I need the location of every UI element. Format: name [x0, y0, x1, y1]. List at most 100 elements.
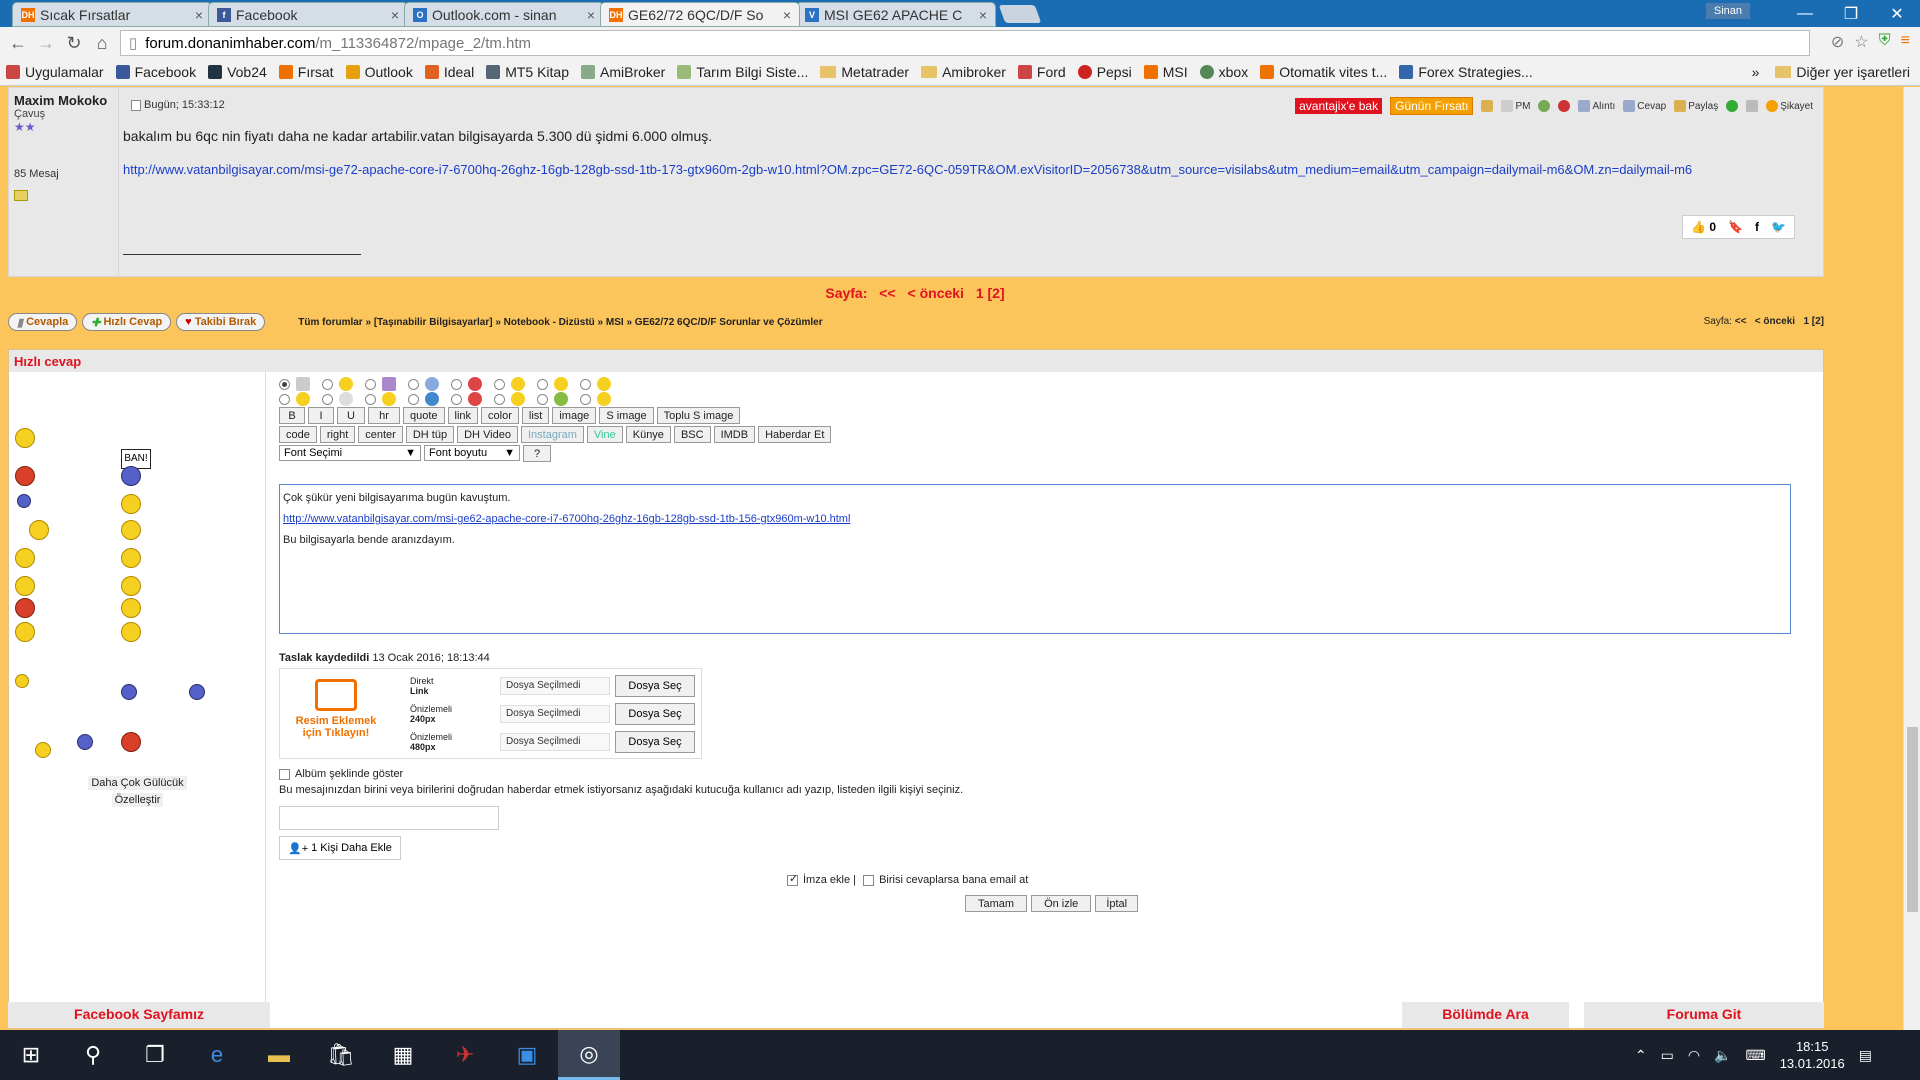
- report-action[interactable]: Şikayet: [1766, 100, 1813, 112]
- facebook-share-icon[interactable]: f: [1755, 220, 1759, 234]
- message-textarea[interactable]: Çok şükür yeni bilgisayarıma bugün kavuş…: [279, 484, 1791, 634]
- share-action[interactable]: Paylaş: [1674, 100, 1718, 112]
- bookmark-firsat[interactable]: Fırsat: [278, 64, 334, 80]
- minimize-icon[interactable]: —: [1782, 0, 1828, 27]
- print-action[interactable]: [1746, 100, 1759, 112]
- post-icon-radio[interactable]: [322, 393, 333, 405]
- close-icon[interactable]: ×: [979, 7, 987, 23]
- new-tab-button[interactable]: [998, 5, 1042, 23]
- post-icon-radio[interactable]: [279, 378, 290, 390]
- pager-first[interactable]: <<: [879, 285, 895, 301]
- browser-tab-1[interactable]: DH Sıcak Fırsatlar ×: [12, 2, 212, 27]
- list-button[interactable]: list: [521, 407, 550, 424]
- post-icon-radio[interactable]: [494, 393, 505, 405]
- close-window-icon[interactable]: ✕: [1874, 0, 1920, 27]
- chrome-icon[interactable]: ◎: [558, 1030, 620, 1080]
- author-name[interactable]: Maxim Mokoko: [14, 93, 113, 108]
- bookmark-otomatik[interactable]: Otomatik vites t...: [1260, 64, 1387, 80]
- post-icon-radio[interactable]: [451, 393, 462, 405]
- file-explorer-icon[interactable]: ▬: [248, 1030, 310, 1080]
- dh-video-button[interactable]: DH Video: [457, 426, 518, 443]
- bookmark-apps[interactable]: Uygulamalar: [6, 64, 104, 80]
- s-image-button[interactable]: S image: [599, 407, 654, 424]
- bookmark-facebook[interactable]: Facebook: [115, 64, 196, 80]
- reload-icon[interactable]: ↻: [60, 33, 88, 54]
- smiley-icon[interactable]: [121, 466, 141, 486]
- calculator-icon[interactable]: ▦: [372, 1030, 434, 1080]
- store-icon[interactable]: 🛍: [310, 1030, 372, 1080]
- post-icon-radio[interactable]: [580, 378, 591, 390]
- font-size-select[interactable]: Font boyutu ▼: [424, 445, 520, 461]
- reply-button[interactable]: ▮ Cevapla: [8, 313, 78, 331]
- flag-action[interactable]: [1558, 100, 1571, 112]
- mention-button[interactable]: Haberdar Et: [758, 426, 832, 443]
- add-image-button[interactable]: Resim Eklemek için Tıklayın!: [288, 679, 384, 749]
- more-bookmarks-button[interactable]: »: [1752, 64, 1760, 80]
- help-button[interactable]: ?: [523, 445, 551, 462]
- preview-button[interactable]: Ön izle: [1031, 895, 1092, 912]
- menu-icon[interactable]: ≡: [1901, 32, 1910, 52]
- envelope-icon[interactable]: [14, 190, 28, 201]
- smiley-icon[interactable]: [29, 520, 49, 540]
- post-icon-radio[interactable]: [365, 393, 376, 405]
- bookmark-amibroker[interactable]: AmiBroker: [581, 64, 665, 80]
- post-link[interactable]: http://www.vatanbilgisayar.com/msi-ge72-…: [123, 162, 1803, 177]
- windows-start-icon[interactable]: ⊞: [0, 1030, 62, 1080]
- twitter-share-icon[interactable]: 🐦: [1771, 220, 1786, 234]
- bookmark-icon[interactable]: 🔖: [1728, 220, 1743, 234]
- breadcrumb[interactable]: Tüm forumlar » [Taşınabilir Bilgisayarla…: [298, 317, 822, 328]
- other-bookmarks[interactable]: Diğer yer işaretleri: [1775, 64, 1910, 80]
- smiley-icon[interactable]: [121, 576, 141, 596]
- pm-action[interactable]: PM: [1501, 100, 1530, 112]
- choose-file-button[interactable]: Dosya Seç: [615, 675, 695, 697]
- font-select[interactable]: Font Seçimi ▼: [279, 445, 421, 461]
- album-checkbox[interactable]: [279, 768, 290, 780]
- kunye-button[interactable]: Künye: [625, 426, 671, 443]
- scrollbar-thumb[interactable]: [1907, 727, 1918, 912]
- bookmark-forex[interactable]: Forex Strategies...: [1399, 64, 1533, 80]
- ban-sign-icon[interactable]: BAN!: [121, 449, 151, 469]
- mention-input[interactable]: [279, 806, 499, 830]
- reply-action[interactable]: Cevap: [1623, 100, 1666, 112]
- smiley-icon[interactable]: [15, 428, 35, 448]
- bookmark-vob24[interactable]: Vob24: [208, 64, 267, 80]
- keyboard-icon[interactable]: ⌨: [1745, 1047, 1765, 1064]
- bookmark-msi[interactable]: MSI: [1143, 64, 1188, 80]
- share-green-action[interactable]: [1726, 100, 1739, 112]
- address-bar[interactable]: ▯ forum.donanimhaber.com /m_113364872/mp…: [120, 30, 1810, 56]
- quick-reply-button[interactable]: ✚ Hızlı Cevap: [82, 313, 172, 331]
- underline-button[interactable]: U: [337, 407, 365, 424]
- bookmark-pepsi[interactable]: Pepsi: [1077, 64, 1132, 80]
- smiley-icon[interactable]: [121, 732, 141, 752]
- cancel-button[interactable]: İptal: [1095, 895, 1139, 912]
- close-icon[interactable]: ×: [783, 7, 791, 23]
- go-to-forum-link[interactable]: Foruma Git: [1584, 1002, 1824, 1028]
- bulk-s-image-button[interactable]: Toplu S image: [656, 407, 741, 424]
- star-icon[interactable]: ☆: [1854, 32, 1868, 52]
- smiley-icon[interactable]: [15, 548, 35, 568]
- back-icon[interactable]: ←: [4, 33, 32, 54]
- close-icon[interactable]: ×: [391, 7, 399, 23]
- bookmark-ideal[interactable]: Ideal: [424, 64, 474, 80]
- italic-button[interactable]: I: [308, 407, 334, 424]
- email-notify-checkbox[interactable]: [863, 874, 875, 886]
- avantajix-badge[interactable]: avantajix'e bak: [1295, 98, 1383, 114]
- profile-badge[interactable]: Sinan: [1705, 3, 1750, 19]
- add-person-button[interactable]: 👤+ 1 Kişi Daha Ekle: [279, 836, 401, 860]
- bookmark-metatrader[interactable]: Metatrader: [820, 64, 909, 80]
- smiley-icon[interactable]: [15, 622, 35, 642]
- post-icon-radio[interactable]: [537, 393, 548, 405]
- smiley-icon[interactable]: [189, 684, 205, 700]
- block-icon[interactable]: ⊘: [1831, 32, 1844, 52]
- more-smileys-link[interactable]: Daha Çok Gülücük: [9, 776, 266, 790]
- gunun-firsati-badge[interactable]: Günün Fırsatı: [1390, 97, 1474, 115]
- close-icon[interactable]: ×: [587, 7, 595, 23]
- quote-button[interactable]: quote: [403, 407, 445, 424]
- post-icon-radio[interactable]: [408, 393, 419, 405]
- smiley-icon[interactable]: [121, 494, 141, 514]
- restore-icon[interactable]: ❐: [1828, 0, 1874, 27]
- post-icon-radio[interactable]: [580, 393, 591, 405]
- close-icon[interactable]: ×: [195, 7, 203, 23]
- clock[interactable]: 18:15 13.01.2016: [1780, 1038, 1845, 1072]
- post-icon-radio[interactable]: [494, 378, 505, 390]
